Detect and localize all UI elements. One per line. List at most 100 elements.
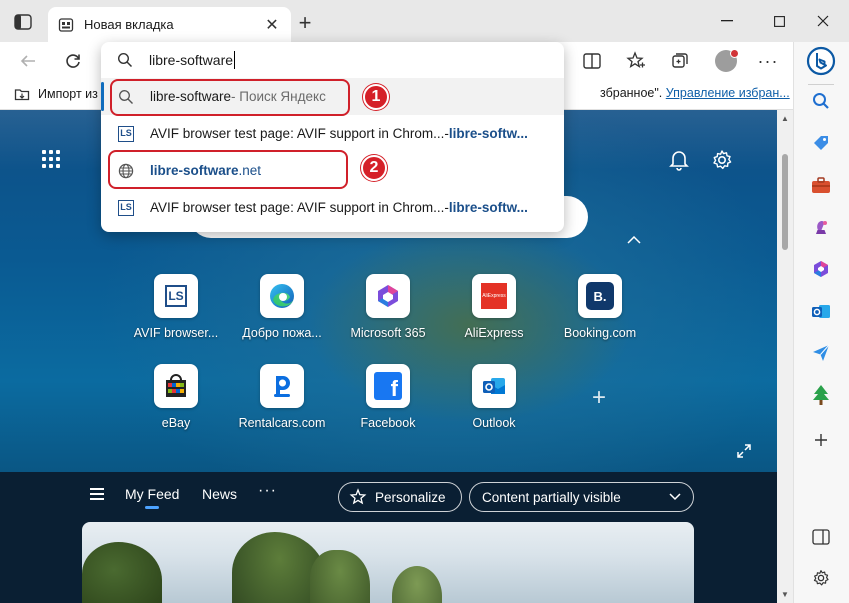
minimize-icon[interactable] <box>712 8 742 34</box>
quick-link-ebay[interactable]: eBay <box>120 364 232 430</box>
collapse-chevron-up-icon[interactable] <box>624 232 644 248</box>
quick-link-label: AVIF browser... <box>133 326 219 340</box>
page-scrollbar[interactable]: ▲ ▼ <box>777 110 793 603</box>
suggestion-domain: libre-softw... <box>448 200 528 215</box>
add-quick-link-button[interactable]: + <box>588 386 610 410</box>
sidebar-add-icon[interactable] <box>809 428 833 452</box>
edge-sidebar <box>793 42 849 603</box>
quick-link-label: Microsoft 365 <box>350 326 426 340</box>
import-favorites-button[interactable]: Импорт из <box>14 86 98 102</box>
annotation-highlight-1 <box>110 79 350 116</box>
profile-avatar[interactable] <box>714 49 739 73</box>
ebay-icon <box>166 374 186 397</box>
quick-link-tile <box>154 364 198 408</box>
chevron-down-icon <box>669 493 681 501</box>
split-screen-icon[interactable] <box>580 49 604 73</box>
content-visibility-label: Content partially visible <box>482 489 621 505</box>
quick-link-tile: AliExpress <box>472 274 516 318</box>
manage-favorites-link[interactable]: Управление избран... <box>666 86 790 100</box>
feed-tab-news[interactable]: News <box>202 486 237 502</box>
sidebar-settings-gear-icon[interactable] <box>809 566 833 590</box>
favorites-icon[interactable] <box>624 49 648 73</box>
new-tab-button[interactable]: + <box>294 12 316 34</box>
notifications-bell-icon[interactable] <box>667 148 691 172</box>
aliexpress-icon: AliExpress <box>481 283 507 309</box>
favorites-hint-text: збранное". <box>600 86 663 100</box>
quick-link-label: Rentalcars.com <box>238 416 326 430</box>
quick-link-label: AliExpress <box>464 326 524 340</box>
sidebar-hide-panel-icon[interactable] <box>809 525 833 549</box>
scroll-down-icon[interactable]: ▼ <box>781 590 789 599</box>
avatar <box>715 49 739 72</box>
m365-icon <box>378 285 398 307</box>
sidebar-tools-briefcase-icon[interactable] <box>809 173 833 197</box>
quick-link-tile: f <box>366 364 410 408</box>
feed-menu-icon[interactable] <box>90 488 106 502</box>
page-settings-gear-icon[interactable] <box>710 148 734 172</box>
personalize-label: Personalize <box>375 489 446 505</box>
feed-card-image[interactable] <box>82 522 694 603</box>
quick-link-label: eBay <box>161 416 191 430</box>
ls-site-icon: LS <box>165 285 187 307</box>
sidebar-shopping-tag-icon[interactable] <box>809 131 833 155</box>
settings-more-icon[interactable]: ··· <box>756 49 780 73</box>
address-bar-value: libre-software <box>149 52 234 68</box>
booking-icon: B. <box>586 282 614 310</box>
facebook-icon: f <box>374 372 402 400</box>
sidebar-m365-icon[interactable] <box>809 257 833 281</box>
quick-link-tile <box>260 364 304 408</box>
tab-actions-icon[interactable] <box>12 11 34 33</box>
quick-link-outlook[interactable]: Outlook <box>438 364 550 430</box>
quick-link-tile <box>472 364 516 408</box>
edge-icon <box>270 284 294 308</box>
suggestion-text: AVIF browser test page: AVIF support in … <box>150 126 445 141</box>
close-window-icon[interactable] <box>808 8 838 34</box>
quick-link-tile <box>260 274 304 318</box>
scroll-up-icon[interactable]: ▲ <box>781 114 789 123</box>
address-bar-input[interactable]: libre-software <box>101 42 564 78</box>
quick-link-welcome[interactable]: Добро пожа... <box>226 274 338 340</box>
scrollbar-thumb[interactable] <box>782 154 788 250</box>
quick-link-tile: B. <box>578 274 622 318</box>
ls-site-icon: LS <box>117 199 135 217</box>
sidebar-send-icon[interactable] <box>809 341 833 365</box>
favorites-bar-hint: збранное". Управление избран... <box>600 86 790 100</box>
annotation-highlight-2 <box>108 150 348 189</box>
quick-link-rentalcars[interactable]: Rentalcars.com <box>226 364 338 430</box>
maximize-icon[interactable] <box>764 8 794 34</box>
content-visibility-select[interactable]: Content partially visible <box>469 482 694 512</box>
quick-link-avif[interactable]: LS AVIF browser... <box>120 274 232 340</box>
tab-close-icon[interactable]: ✕ <box>263 16 281 34</box>
quick-link-tile: LS <box>154 274 198 318</box>
outlook-icon <box>483 378 505 394</box>
suggestion-history-avif-1[interactable]: LS AVIF browser test page: AVIF support … <box>101 115 564 152</box>
quick-link-booking[interactable]: B. Booking.com <box>544 274 656 340</box>
sparkle-star-icon <box>349 488 367 506</box>
quick-link-tile <box>366 274 410 318</box>
quick-link-aliexpress[interactable]: AliExpress AliExpress <box>438 274 550 340</box>
sidebar-outlook-icon[interactable] <box>809 299 833 323</box>
folder-import-icon <box>14 89 30 101</box>
expand-background-icon[interactable] <box>736 443 754 461</box>
quick-link-microsoft365[interactable]: Microsoft 365 <box>332 274 444 340</box>
collections-icon[interactable] <box>668 49 692 73</box>
sidebar-tree-icon[interactable] <box>809 383 833 407</box>
feed-more-icon[interactable]: ··· <box>258 482 277 500</box>
bing-copilot-icon[interactable] <box>806 46 836 76</box>
new-tab-page-icon <box>58 17 74 33</box>
sidebar-search-icon[interactable] <box>809 89 833 113</box>
back-icon[interactable] <box>16 49 40 73</box>
sidebar-games-chess-icon[interactable] <box>809 215 833 239</box>
refresh-icon[interactable] <box>61 49 85 73</box>
feed-tab-my-feed[interactable]: My Feed <box>125 486 179 509</box>
tab-title: Новая вкладка <box>84 17 174 32</box>
tab-new-tab[interactable]: Новая вкладка ✕ <box>48 7 291 42</box>
quick-link-facebook[interactable]: f Facebook <box>332 364 444 430</box>
suggestion-domain: libre-softw... <box>448 126 528 141</box>
apps-grid-icon[interactable] <box>42 150 64 172</box>
suggestion-history-avif-2[interactable]: LS AVIF browser test page: AVIF support … <box>101 189 564 226</box>
personalize-button[interactable]: Personalize <box>338 482 462 512</box>
quick-link-label: Booking.com <box>563 326 637 340</box>
annotation-badge-2: 2 <box>361 155 387 181</box>
address-bar-dropdown: libre-software libre-software - Поиск Ян… <box>101 42 564 232</box>
